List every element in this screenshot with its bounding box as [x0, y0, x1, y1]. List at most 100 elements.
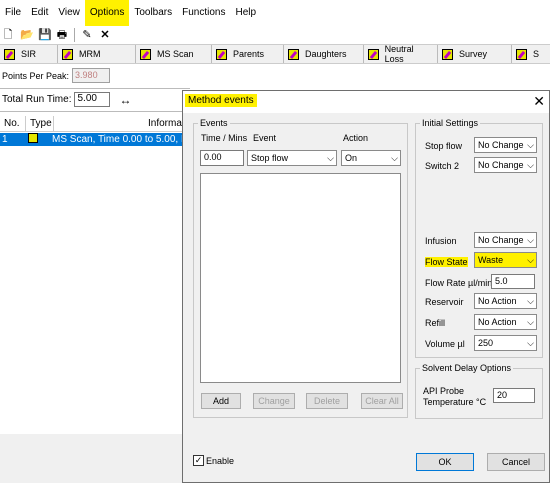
points-per-peak-label: Points Per Peak: [2, 70, 70, 81]
event-select[interactable]: Stop flow ⌵ [247, 150, 337, 166]
chevron-down-icon: ⌵ [527, 338, 534, 348]
events-list[interactable] [200, 173, 401, 383]
stop-flow-label: Stop flow [425, 141, 463, 151]
infusion-select[interactable]: No Change ⌵ [474, 232, 537, 248]
scan-type-toolbar: SIR MRM MS Scan Parents Daughters Neutra… [0, 44, 550, 64]
flow-rate-label: Flow Rate µl/min [425, 278, 493, 288]
save-icon[interactable]: 💾 [38, 29, 52, 41]
toolbar-separator [74, 28, 75, 42]
method-events-dialog: Method events ✕ Events Time / Mins Event… [182, 90, 550, 483]
total-run-time-label: Total Run Time: [2, 94, 72, 105]
pencil-icon [28, 133, 52, 146]
menu-toolbars[interactable]: Toolbars [129, 0, 177, 26]
pencil-icon [442, 48, 453, 60]
scan-ms-scan-button[interactable]: MS Scan [136, 45, 212, 63]
volume-label: Volume µl [425, 339, 465, 349]
reservoir-label: Reservoir [425, 297, 464, 307]
action-select[interactable]: On ⌵ [341, 150, 401, 166]
volume-value: 250 [478, 338, 494, 348]
ok-button[interactable]: OK [416, 453, 474, 471]
add-button[interactable]: Add [201, 393, 241, 409]
points-per-peak-field: 3.980 [72, 68, 111, 83]
scan-daughters-button[interactable]: Daughters [284, 45, 364, 63]
cancel-button[interactable]: Cancel [487, 453, 545, 471]
expand-horizontal-icon[interactable]: ↔ [119, 93, 131, 107]
scan-mrm-button[interactable]: MRM [58, 45, 136, 63]
event-column-label: Event [253, 133, 277, 143]
menu-bar: File Edit View Options Toolbars Function… [0, 0, 550, 26]
chevron-down-icon: ⌵ [527, 255, 534, 265]
main-toolbar: 🗋 📂 💾 🖶 ✎ ✕ [0, 27, 111, 43]
pencil-icon [62, 48, 73, 60]
scan-survey-button[interactable]: Survey [438, 45, 512, 63]
open-folder-icon[interactable]: 📂 [20, 29, 34, 41]
refill-select[interactable]: No Action ⌵ [474, 314, 537, 330]
time-column-label: Time / Mins [201, 133, 248, 143]
col-header-information[interactable]: Informat [54, 116, 190, 132]
menu-help[interactable]: Help [231, 0, 262, 26]
close-icon[interactable]: ✕ [533, 93, 545, 110]
col-header-no[interactable]: No. [0, 115, 26, 132]
divider [0, 111, 190, 112]
points-per-peak-row: Points Per Peak: 3.980 [2, 68, 111, 83]
refill-label: Refill [425, 318, 446, 328]
flow-state-label: Flow State [425, 257, 468, 267]
switch2-value: No Change [478, 160, 524, 170]
chevron-down-icon: ⌵ [327, 153, 334, 163]
change-button[interactable]: Change [253, 393, 295, 409]
volume-select[interactable]: 250 ⌵ [474, 335, 537, 351]
chevron-down-icon: ⌵ [527, 140, 534, 150]
pencil-icon [516, 48, 527, 60]
switch2-label: Switch 2 [425, 161, 460, 171]
switch2-select[interactable]: No Change ⌵ [474, 157, 537, 173]
pencil-icon [368, 48, 379, 60]
row-number: 1 [2, 134, 8, 145]
new-file-icon[interactable]: 🗋 [2, 29, 14, 41]
flow-state-value: Waste [478, 255, 504, 265]
api-probe-label: API Probe [423, 386, 465, 396]
divider [0, 88, 190, 89]
chevron-down-icon: ⌵ [527, 317, 534, 327]
left-panel-footer [0, 434, 190, 483]
menu-file[interactable]: File [0, 0, 26, 26]
col-header-type[interactable]: Type [26, 115, 54, 132]
pencil-icon [216, 48, 227, 60]
scan-parents-button[interactable]: Parents [212, 45, 284, 63]
event-select-value: Stop flow [251, 153, 289, 163]
infusion-label: Infusion [425, 236, 457, 246]
action-select-value: On [345, 153, 358, 163]
temperature-label: Temperature °C [423, 397, 487, 407]
chevron-down-icon: ⌵ [527, 296, 534, 306]
print-icon[interactable]: 🖶 [56, 29, 68, 41]
api-probe-temperature-input[interactable]: 20 [493, 388, 535, 403]
dialog-title-bar: Method events ✕ [183, 91, 549, 113]
enable-checkbox[interactable]: ✓ [193, 455, 204, 466]
flow-state-select[interactable]: Waste ⌵ [474, 252, 537, 268]
stop-flow-select[interactable]: No Change ⌵ [474, 137, 537, 153]
scan-more-button[interactable]: S [512, 45, 550, 63]
menu-options[interactable]: Options [84, 0, 130, 26]
row-information: MS Scan, Time 0.00 to 5.00, M [52, 134, 190, 145]
table-row[interactable]: 1 MS Scan, Time 0.00 to 5.00, M [0, 133, 190, 146]
menu-edit[interactable]: Edit [26, 0, 53, 26]
reservoir-select[interactable]: No Action ⌵ [474, 293, 537, 309]
flow-rate-input[interactable]: 5.0 [491, 274, 535, 289]
menu-functions[interactable]: Functions [177, 0, 230, 26]
total-run-time-row: Total Run Time: 5.00 ↔ [2, 92, 131, 107]
clear-all-button[interactable]: Clear All [361, 393, 403, 409]
delete-button[interactable]: Delete [306, 393, 348, 409]
stop-flow-value: No Change [478, 140, 524, 150]
scan-neutral-loss-button[interactable]: Neutral Loss [364, 44, 438, 64]
menu-view[interactable]: View [53, 0, 85, 26]
edit-pencil-icon[interactable]: ✎ [81, 29, 93, 41]
delete-x-icon[interactable]: ✕ [99, 29, 111, 41]
action-column-label: Action [343, 133, 369, 143]
initial-settings-legend: Initial Settings [422, 118, 479, 128]
function-grid-header: No. Type Informat [0, 115, 190, 132]
total-run-time-input[interactable]: 5.00 [74, 92, 111, 107]
chevron-down-icon: ⌵ [527, 235, 534, 245]
chevron-down-icon: ⌵ [391, 153, 398, 163]
time-input[interactable]: 0.00 [200, 150, 244, 166]
events-legend: Events [200, 118, 228, 128]
scan-sir-button[interactable]: SIR [0, 45, 58, 63]
